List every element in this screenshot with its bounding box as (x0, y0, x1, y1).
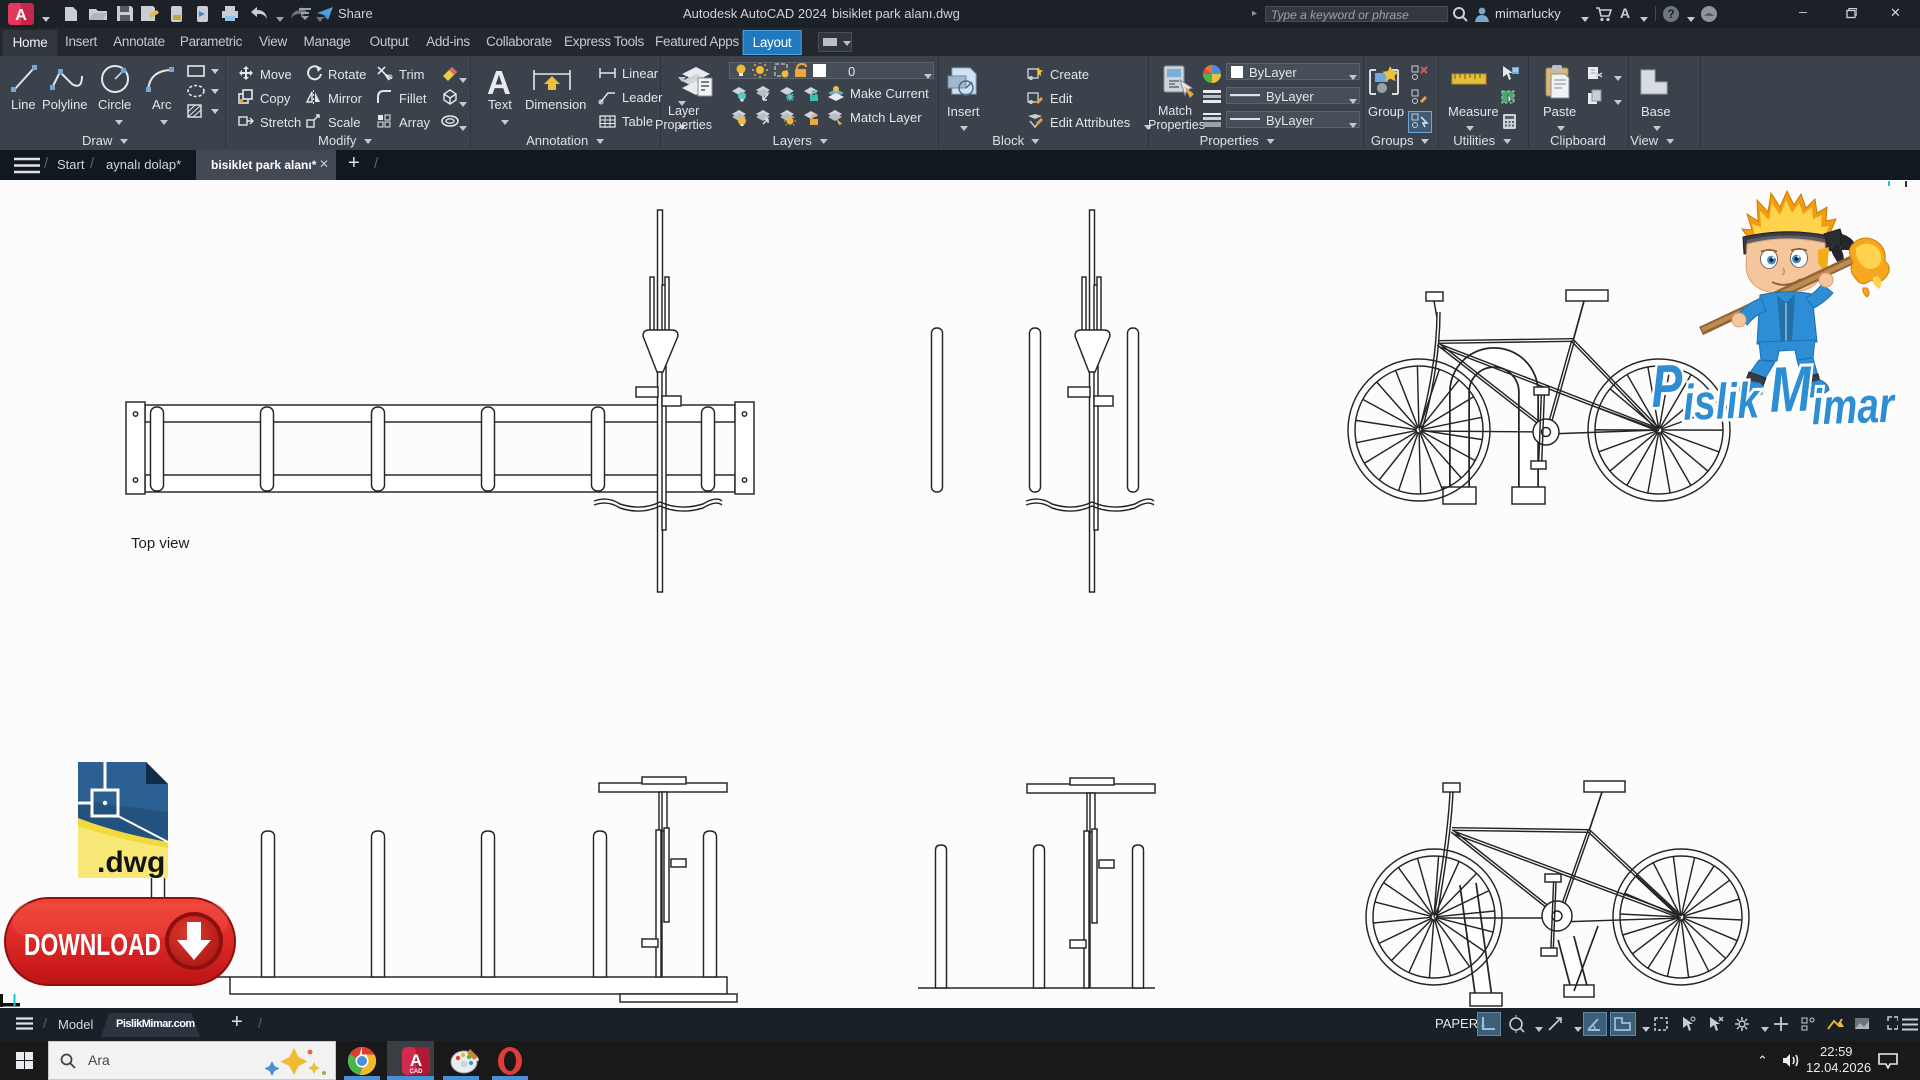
svg-text:CAD: CAD (410, 1069, 424, 1075)
svg-text:A: A (15, 7, 27, 24)
svg-text:Pislik Mimar: Pislik Mimar (1650, 345, 1897, 441)
svg-text:A: A (410, 1051, 422, 1070)
svg-text:?: ? (1667, 7, 1674, 21)
svg-text:Top view: Top view (131, 535, 190, 552)
svg-text:DOWNLOAD: DOWNLOAD (24, 927, 161, 962)
svg-text:.dwg: .dwg (97, 846, 165, 879)
